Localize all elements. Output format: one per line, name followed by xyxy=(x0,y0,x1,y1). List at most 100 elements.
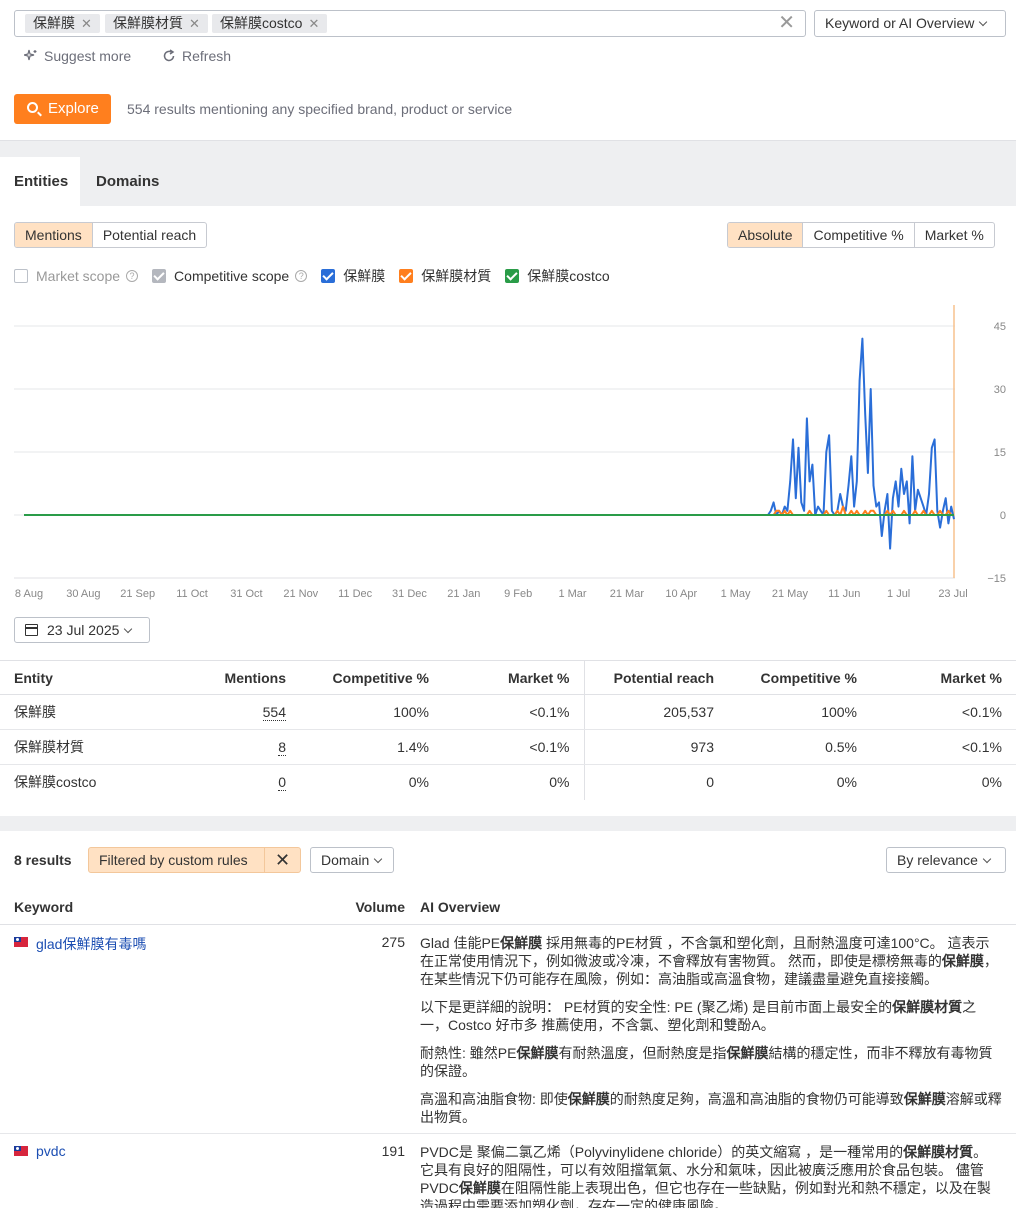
help-icon[interactable]: ? xyxy=(295,270,308,282)
keyword-chip[interactable]: 保鮮膜costco ✕ xyxy=(212,14,328,33)
x-tick-label: 11 Oct xyxy=(176,588,208,600)
tab-domains[interactable]: Domains xyxy=(82,157,173,207)
checkbox-icon[interactable] xyxy=(321,269,336,283)
checkbox-icon[interactable] xyxy=(399,269,414,283)
checkbox-icon[interactable] xyxy=(14,269,28,283)
toggle-absolute[interactable]: Absolute xyxy=(728,223,804,247)
keyword-search-box[interactable]: 保鮮膜 ✕ 保鮮膜材質 ✕ 保鮮膜costco ✕ ✕ xyxy=(14,10,806,37)
column-header[interactable]: Market % xyxy=(871,660,1016,695)
mentions-link[interactable]: 0 xyxy=(278,774,286,792)
y-tick-label: 30 xyxy=(994,384,1006,396)
column-header[interactable]: Market % xyxy=(443,660,584,695)
domain-select[interactable]: Domain xyxy=(310,847,394,873)
column-header[interactable]: Potential reach xyxy=(583,660,728,695)
table-cell: 100% xyxy=(728,694,871,730)
x-tick-label: 23 Jul xyxy=(938,588,967,600)
chevron-down-icon xyxy=(982,854,992,864)
column-header-keyword[interactable]: Keyword xyxy=(14,899,73,915)
date-picker-button[interactable]: 23 Jul 2025 xyxy=(14,617,150,643)
chevron-down-icon xyxy=(124,624,133,634)
x-tick-label: 11 Dec xyxy=(338,588,373,600)
mentions-chart[interactable]: 45 30 15 0 −15 8 Aug 30 Aug 21 Sep 11 Oct 31 Oct 2… xyxy=(0,300,1016,610)
chip-remove-icon[interactable]: ✕ xyxy=(189,16,200,31)
chip-label: 保鮮膜costco xyxy=(220,15,303,31)
market-scope-checkbox[interactable]: Market scope ? xyxy=(14,268,139,284)
column-header-volume[interactable]: Volume xyxy=(355,899,405,915)
keyword-volume: 191 xyxy=(381,1143,405,1159)
explore-button[interactable]: Explore xyxy=(14,94,111,124)
x-tick-label: 31 Dec xyxy=(392,588,427,600)
column-header[interactable]: Mentions xyxy=(150,660,300,695)
x-tick-label: 21 Nov xyxy=(283,588,318,600)
keyword-volume: 275 xyxy=(381,934,405,950)
sort-select[interactable]: By relevance xyxy=(886,847,1006,873)
sort-select-value: By relevance xyxy=(897,852,978,868)
search-mode-value: Keyword or AI Overview xyxy=(825,15,975,31)
tab-bar: Entities Domains xyxy=(0,140,1016,207)
column-header[interactable]: Competitive % xyxy=(300,660,443,695)
y-tick-label: 0 xyxy=(1000,510,1006,522)
toggle-competitive-percent[interactable]: Competitive % xyxy=(803,223,915,247)
suggest-more-label: Suggest more xyxy=(44,48,132,64)
keyword-link[interactable]: glad保鮮膜有毒嗎 xyxy=(36,934,146,954)
table-cell: 205,537 xyxy=(583,694,728,730)
y-tick-label: 15 xyxy=(994,447,1006,459)
series-checkbox[interactable]: 保鮮膜 xyxy=(321,266,385,286)
competitive-scope-checkbox[interactable]: Competitive scope ? xyxy=(152,268,308,284)
mentions-link[interactable]: 554 xyxy=(262,704,286,721)
mentions-link[interactable]: 8 xyxy=(278,739,286,756)
tab-entities[interactable]: Entities xyxy=(0,157,80,207)
search-mode-select[interactable]: Keyword or AI Overview xyxy=(814,10,1006,37)
column-header[interactable]: Competitive % xyxy=(728,660,871,695)
series-line xyxy=(24,337,955,550)
explore-label: Explore xyxy=(48,100,99,117)
table-cell: <0.1% xyxy=(443,694,584,730)
x-tick-label: 21 Sep xyxy=(120,588,155,600)
table-cell: 0% xyxy=(981,774,1002,791)
keyword-chip[interactable]: 保鮮膜材質 ✕ xyxy=(105,14,208,33)
keyword-chip[interactable]: 保鮮膜 ✕ xyxy=(25,14,100,33)
series-label: 保鮮膜costco xyxy=(527,268,610,284)
entity-name: 保鮮膜 xyxy=(0,694,150,730)
toggle-mentions[interactable]: Mentions xyxy=(15,223,93,247)
table-header-row: Entity Mentions Competitive % Market % P… xyxy=(0,660,1016,695)
clear-search-icon[interactable]: ✕ xyxy=(778,13,795,33)
date-picker-value: 23 Jul 2025 xyxy=(47,622,120,638)
chevron-down-icon xyxy=(979,17,988,27)
ai-overview-text: Glad 佳能PE保鮮膜 採用無毒的PE材質 ，不含氯和塑化劑，且耐熱溫度可達1… xyxy=(420,934,1002,1136)
table-row: 保鮮膜costco 0 0% 0% 0 0% 0% xyxy=(0,764,1016,800)
keyword-link[interactable]: pvdc xyxy=(36,1143,66,1159)
series-label: 保鮮膜 xyxy=(343,268,386,284)
toggle-potential-reach[interactable]: Potential reach xyxy=(93,223,206,247)
checkbox-icon[interactable] xyxy=(505,269,520,283)
refresh-icon xyxy=(163,49,175,62)
clear-filter-icon[interactable]: ✕ xyxy=(264,848,300,872)
table-row: 保鮮膜 554 100% <0.1% 205,537 100% <0.1% xyxy=(0,694,1016,730)
table-cell: 0 xyxy=(583,764,728,800)
suggest-more-button[interactable]: Suggest more xyxy=(23,48,132,64)
table-cell: 1.4% xyxy=(300,729,443,765)
custom-rules-filter[interactable]: Filtered by custom rules ✕ xyxy=(88,847,301,873)
chip-remove-icon[interactable]: ✕ xyxy=(81,16,92,31)
table-cell: 0% xyxy=(408,774,429,791)
table-row: 保鮮膜材質 8 1.4% <0.1% 973 0.5% <0.1% xyxy=(0,729,1016,765)
ai-overview-text: PVDC是 聚偏二氯乙烯（Polyvinylidene chloride）的英文… xyxy=(420,1143,1002,1208)
series-checkbox[interactable]: 保鮮膜costco xyxy=(505,266,610,286)
metric-toggle: Mentions Potential reach xyxy=(14,222,208,248)
help-icon[interactable]: ? xyxy=(126,270,139,282)
table-cell: 0% xyxy=(836,774,857,791)
overview-paragraph: 耐熱性: 雖然PE保鮮膜有耐熱溫度，但耐熱度是指保鮮膜結構的穩定性，而非不釋放有… xyxy=(420,1045,993,1079)
toggle-market-percent[interactable]: Market % xyxy=(915,223,994,247)
chip-remove-icon[interactable]: ✕ xyxy=(308,16,319,31)
series-checkbox[interactable]: 保鮮膜材質 xyxy=(399,266,491,286)
overview-paragraph: 高溫和高油脂食物: 即使保鮮膜的耐熱度足夠，高溫和高油脂的食物仍可能導致保鮮膜溶… xyxy=(420,1091,1002,1125)
column-header-ai-overview[interactable]: AI Overview xyxy=(420,899,500,915)
checkbox-icon[interactable] xyxy=(152,269,167,283)
column-header[interactable]: Entity xyxy=(0,660,150,695)
y-tick-label: 45 xyxy=(994,321,1006,333)
x-tick-label: 1 Mar xyxy=(558,588,586,600)
overview-paragraph: Glad 佳能PE保鮮膜 採用無毒的PE材質 ，不含氯和塑化劑，且耐熱溫度可達1… xyxy=(420,935,998,987)
refresh-button[interactable]: Refresh xyxy=(162,48,231,64)
table-cell: 973 xyxy=(583,729,728,765)
table-cell: <0.1% xyxy=(871,694,1016,730)
